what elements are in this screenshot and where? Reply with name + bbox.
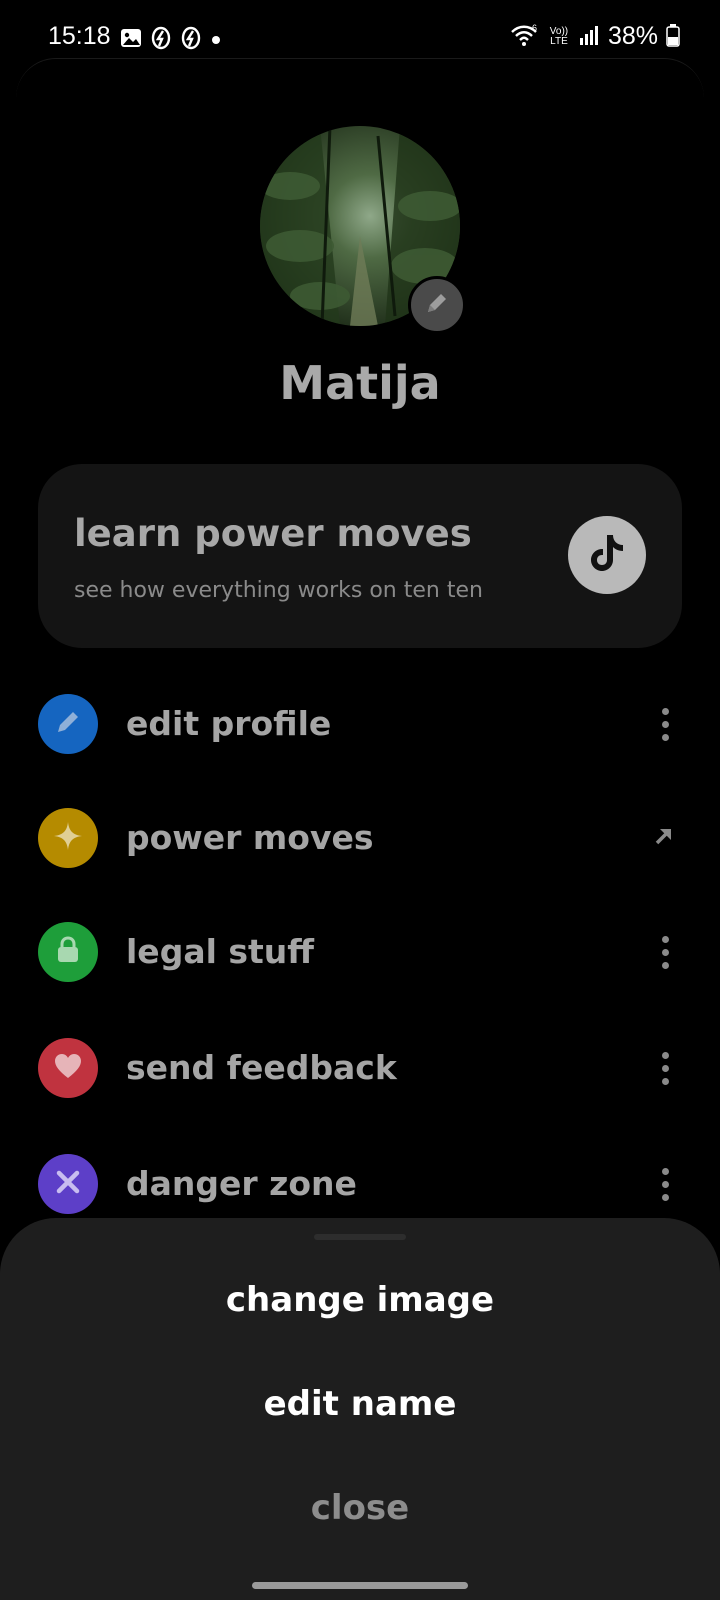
more-icon[interactable]	[660, 1052, 670, 1088]
menu-icon-send-feedback	[38, 1038, 98, 1098]
battery-percent: 38%	[607, 22, 658, 50]
heart-icon	[53, 1052, 83, 1084]
more-icon[interactable]	[660, 708, 670, 744]
status-time: 15:18	[48, 22, 111, 50]
more-icon[interactable]	[660, 1168, 670, 1204]
sparkle-icon	[52, 820, 84, 856]
app-notification-icon	[180, 26, 202, 54]
bottom-sheet: change image edit name close	[0, 1218, 720, 1600]
menu-label: legal stuff	[126, 932, 315, 971]
menu-icon-danger-zone	[38, 1154, 98, 1214]
learn-card-title: learn power moves	[74, 512, 472, 555]
menu-label: edit profile	[126, 704, 332, 743]
pencil-icon	[53, 707, 83, 741]
menu-icon-power-moves	[38, 808, 98, 868]
menu-item-power-moves[interactable]: power moves	[0, 804, 720, 874]
menu-label: danger zone	[126, 1164, 357, 1203]
menu-icon-edit-profile	[38, 694, 98, 754]
lock-icon	[54, 935, 82, 969]
wifi-badge: 6	[532, 23, 537, 33]
menu-item-legal-stuff[interactable]: legal stuff	[0, 918, 720, 988]
dot-icon	[210, 31, 222, 50]
app-notification-icon	[150, 26, 172, 54]
learn-power-moves-card[interactable]: learn power moves see how everything wor…	[38, 464, 682, 648]
wifi-icon: 6	[510, 23, 540, 51]
gallery-icon	[120, 28, 142, 52]
more-icon[interactable]	[660, 936, 670, 972]
menu-item-send-feedback[interactable]: send feedback	[0, 1034, 720, 1104]
menu-label: power moves	[126, 818, 374, 857]
status-right-icons: 6 Vo)) LTE 38%	[510, 22, 680, 51]
menu-icon-legal-stuff	[38, 922, 98, 982]
page-edge	[16, 58, 704, 119]
close-icon	[55, 1169, 81, 1199]
profile-avatar-container[interactable]	[260, 126, 466, 334]
signal-icon	[578, 24, 600, 50]
gesture-navigation-bar[interactable]	[252, 1582, 468, 1589]
tiktok-button[interactable]	[568, 516, 646, 594]
battery-icon	[666, 23, 680, 51]
menu-item-danger-zone[interactable]: danger zone	[0, 1150, 720, 1220]
change-image-button[interactable]: change image	[0, 1280, 720, 1320]
edit-avatar-button[interactable]	[408, 276, 466, 334]
tiktok-icon	[587, 531, 627, 579]
external-arrow-icon[interactable]	[652, 824, 676, 852]
volte-icon: Vo)) LTE	[549, 25, 569, 47]
pencil-icon	[424, 290, 450, 320]
status-left-icons	[120, 26, 222, 54]
close-button[interactable]: close	[0, 1488, 720, 1528]
edit-name-button[interactable]: edit name	[0, 1384, 720, 1424]
profile-name: Matija	[279, 356, 441, 410]
menu-item-edit-profile[interactable]: edit profile	[0, 690, 720, 760]
menu-label: send feedback	[126, 1048, 397, 1087]
learn-card-subtitle: see how everything works on ten ten	[74, 578, 483, 603]
sheet-drag-handle[interactable]	[314, 1234, 406, 1240]
